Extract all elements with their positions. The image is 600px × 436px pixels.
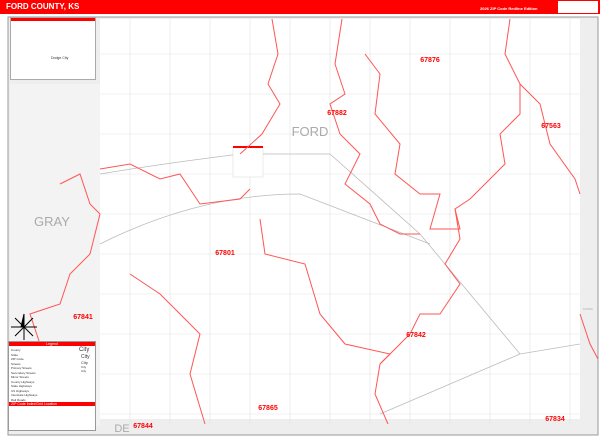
legend-item: Secondary Streets — [11, 370, 36, 375]
legend-item: Interstate Highways — [11, 393, 38, 397]
legend-item: Rail Roads — [11, 397, 26, 402]
legend-item: Primary Streets — [11, 366, 32, 370]
zip-label-67563[interactable]: 67563 — [541, 123, 561, 130]
inset-city-label: Dodge City — [51, 55, 69, 60]
legend-item: State Highways — [11, 384, 32, 388]
inset-header — [11, 18, 95, 21]
dodge-city-area — [232, 146, 264, 178]
zip-label-67882[interactable]: 67882 — [327, 110, 347, 117]
legend-item: ZIP Code — [11, 357, 24, 361]
county-label-gray: GRAY — [34, 214, 70, 229]
legend-city-size: City — [79, 347, 90, 353]
legend-item: County — [11, 348, 21, 352]
legend-item: County Highways — [11, 379, 35, 384]
zip-index-header: ZIP Code Index/Grid Location — [9, 402, 95, 406]
zip-label-67842[interactable]: 67842 — [406, 332, 426, 339]
legend-title: Legend — [9, 342, 95, 346]
zip-label-67801[interactable]: 67801 — [215, 250, 235, 257]
legend-city-size: City — [81, 369, 87, 373]
county-label-partial: DE — [114, 423, 129, 435]
zip-label-67844[interactable]: 67844 — [133, 423, 153, 430]
county-label-kiowa: KIOWA — [583, 307, 593, 311]
map-legend: Legend County State ZIP Code Streets Pri… — [8, 341, 96, 431]
inset-map: Dodge City — [10, 17, 96, 80]
legend-item: State — [11, 352, 19, 357]
legend-item: Streets — [11, 361, 21, 366]
legend-item: US Highways — [11, 388, 30, 393]
zip-label-67876[interactable]: 67876 — [420, 57, 440, 64]
county-label-ford: FORD — [292, 124, 329, 139]
zip-label-67865[interactable]: 67865 — [258, 405, 278, 412]
legend-item: Minor Streets — [11, 375, 29, 379]
header-bar: FORD COUNTY, KS 2026 ZIP Code Redline Ed… — [0, 0, 600, 14]
zip-label-67841[interactable]: 67841 — [73, 314, 93, 321]
map-title: FORD COUNTY, KS — [6, 2, 80, 11]
zip-label-67834[interactable]: 67834 — [545, 416, 565, 423]
edition-label: 2026 ZIP Code Redline Edition — [480, 6, 538, 11]
brand-logo — [558, 1, 598, 13]
